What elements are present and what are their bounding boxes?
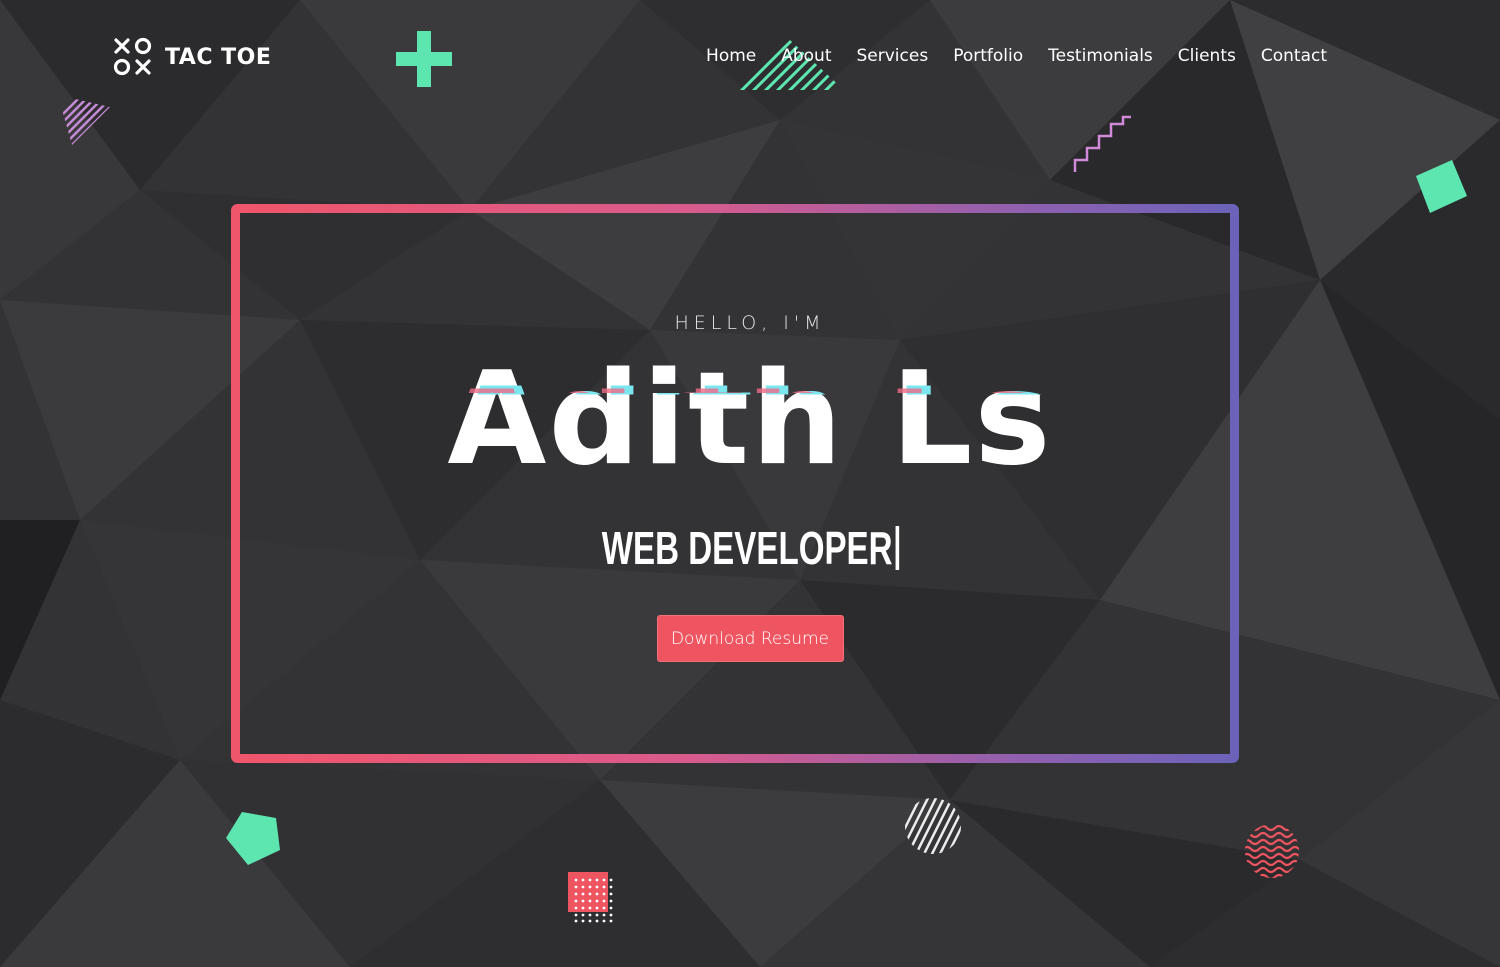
- hero-name-text: Adith Ls: [447, 345, 1053, 494]
- diamond-square-icon: [1416, 160, 1467, 213]
- pentagon-shape-icon: [226, 812, 280, 865]
- typing-cursor: [895, 526, 899, 570]
- nav-portfolio[interactable]: Portfolio: [953, 44, 1023, 68]
- hero-role-wrapper: WEB DEVELOPER: [0, 520, 1500, 576]
- dotted-square-icon: [568, 872, 613, 923]
- nav-clients[interactable]: Clients: [1178, 44, 1236, 68]
- download-resume-button[interactable]: Download Resume: [656, 615, 844, 662]
- nav-testimonials[interactable]: Testimonials: [1048, 44, 1153, 68]
- hero-greeting: HELLO, I'M: [674, 312, 826, 334]
- striped-circle-icon: [905, 798, 961, 854]
- plus-shape-icon: [396, 31, 452, 87]
- hero-cta-wrapper: Download Resume: [0, 615, 1500, 662]
- nav-services[interactable]: Services: [857, 44, 929, 68]
- striped-triangle-purple-icon: [58, 95, 110, 145]
- brand-name: TAC TOE: [165, 44, 272, 70]
- hero-role: WEB DEVELOPER: [601, 520, 899, 576]
- wavy-circle-icon: [1245, 824, 1299, 878]
- zigzag-stairs-icon: [1073, 115, 1131, 172]
- xo-grid-icon: [113, 37, 152, 76]
- hero-name: Adith Ls Adith Ls Adith Ls: [442, 345, 1054, 495]
- hero-name-wrapper: Adith Ls Adith Ls Adith Ls: [0, 345, 1500, 495]
- nav-about[interactable]: About: [781, 44, 831, 68]
- nav-home[interactable]: Home: [706, 44, 756, 68]
- hero-page: TAC TOE Home About Services Portfolio Te…: [0, 0, 1500, 967]
- brand-logo[interactable]: TAC TOE: [113, 36, 271, 78]
- hero-role-text: WEB DEVELOPER: [601, 522, 893, 574]
- nav-contact[interactable]: Contact: [1261, 44, 1327, 68]
